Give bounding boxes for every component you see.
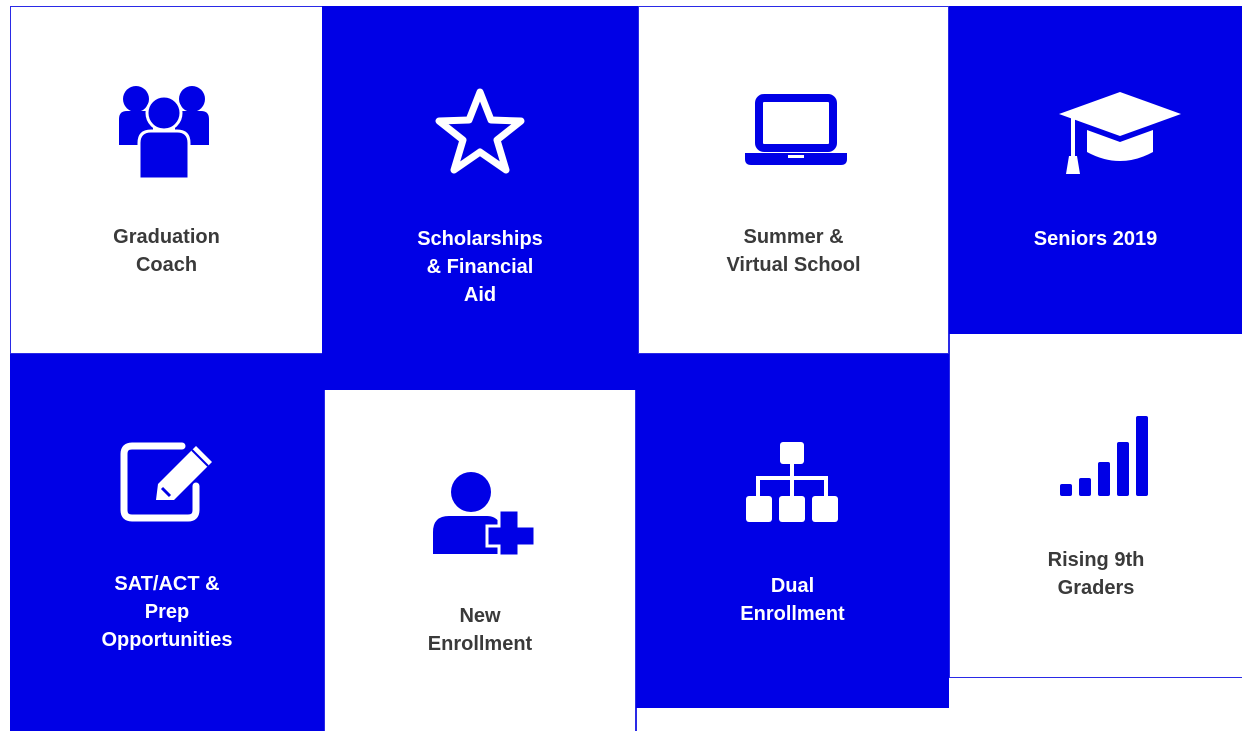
link-tile-grid: Graduation Coach Scholarships & Financia… [0,0,1242,731]
tile-label-line: Rising 9th [1047,549,1145,571]
tile-dual-enrollment[interactable]: Dual Enrollment [636,354,949,708]
tile-label-line: SAT/ACT & [114,573,220,595]
graduation-cap-icon [1059,92,1181,174]
tile-label-line: New [459,605,501,627]
tile-new-enrollment[interactable]: New Enrollment [324,390,636,731]
divider [636,708,637,731]
tile-label-line: & Financial [426,256,534,278]
tile-label-line: Prep [144,601,190,623]
tile-sat-act-prep[interactable]: SAT/ACT & Prep Opportunities [10,354,324,731]
tile-graduation-coach[interactable]: Graduation Coach [10,6,322,354]
tile-label-line: Seniors 2019 [1033,228,1158,250]
tile-label-line: Virtual School [726,254,861,276]
tile-label-line: Enrollment [427,633,533,655]
tile-label-line: Opportunities [101,629,233,651]
edit-icon [120,442,212,522]
tile-label-line: Enrollment [740,603,845,625]
tile-rising-9th-graders[interactable]: Rising 9th Graders [949,334,1242,678]
tile-label-line: Summer & [743,226,844,248]
tile-label-line: Coach [135,254,198,276]
signal-bars-icon [1060,416,1148,496]
sitemap-icon [746,442,838,522]
add-user-icon [433,472,537,556]
star-icon [435,88,525,174]
tile-label-line: Scholarships [417,228,543,250]
tile-label-line: Graduation [113,226,220,248]
tile-label-line: Aid [463,284,497,306]
tile-label-line: Dual [770,575,815,597]
laptop-icon [745,94,847,165]
tile-scholarships[interactable]: Scholarships & Financial Aid [322,6,638,390]
tile-seniors-2019[interactable]: Seniors 2019 [949,6,1242,334]
group-icon [119,86,209,181]
tile-summer-virtual-school[interactable]: Summer & Virtual School [638,6,949,354]
tile-label-line: Graders [1057,577,1135,599]
